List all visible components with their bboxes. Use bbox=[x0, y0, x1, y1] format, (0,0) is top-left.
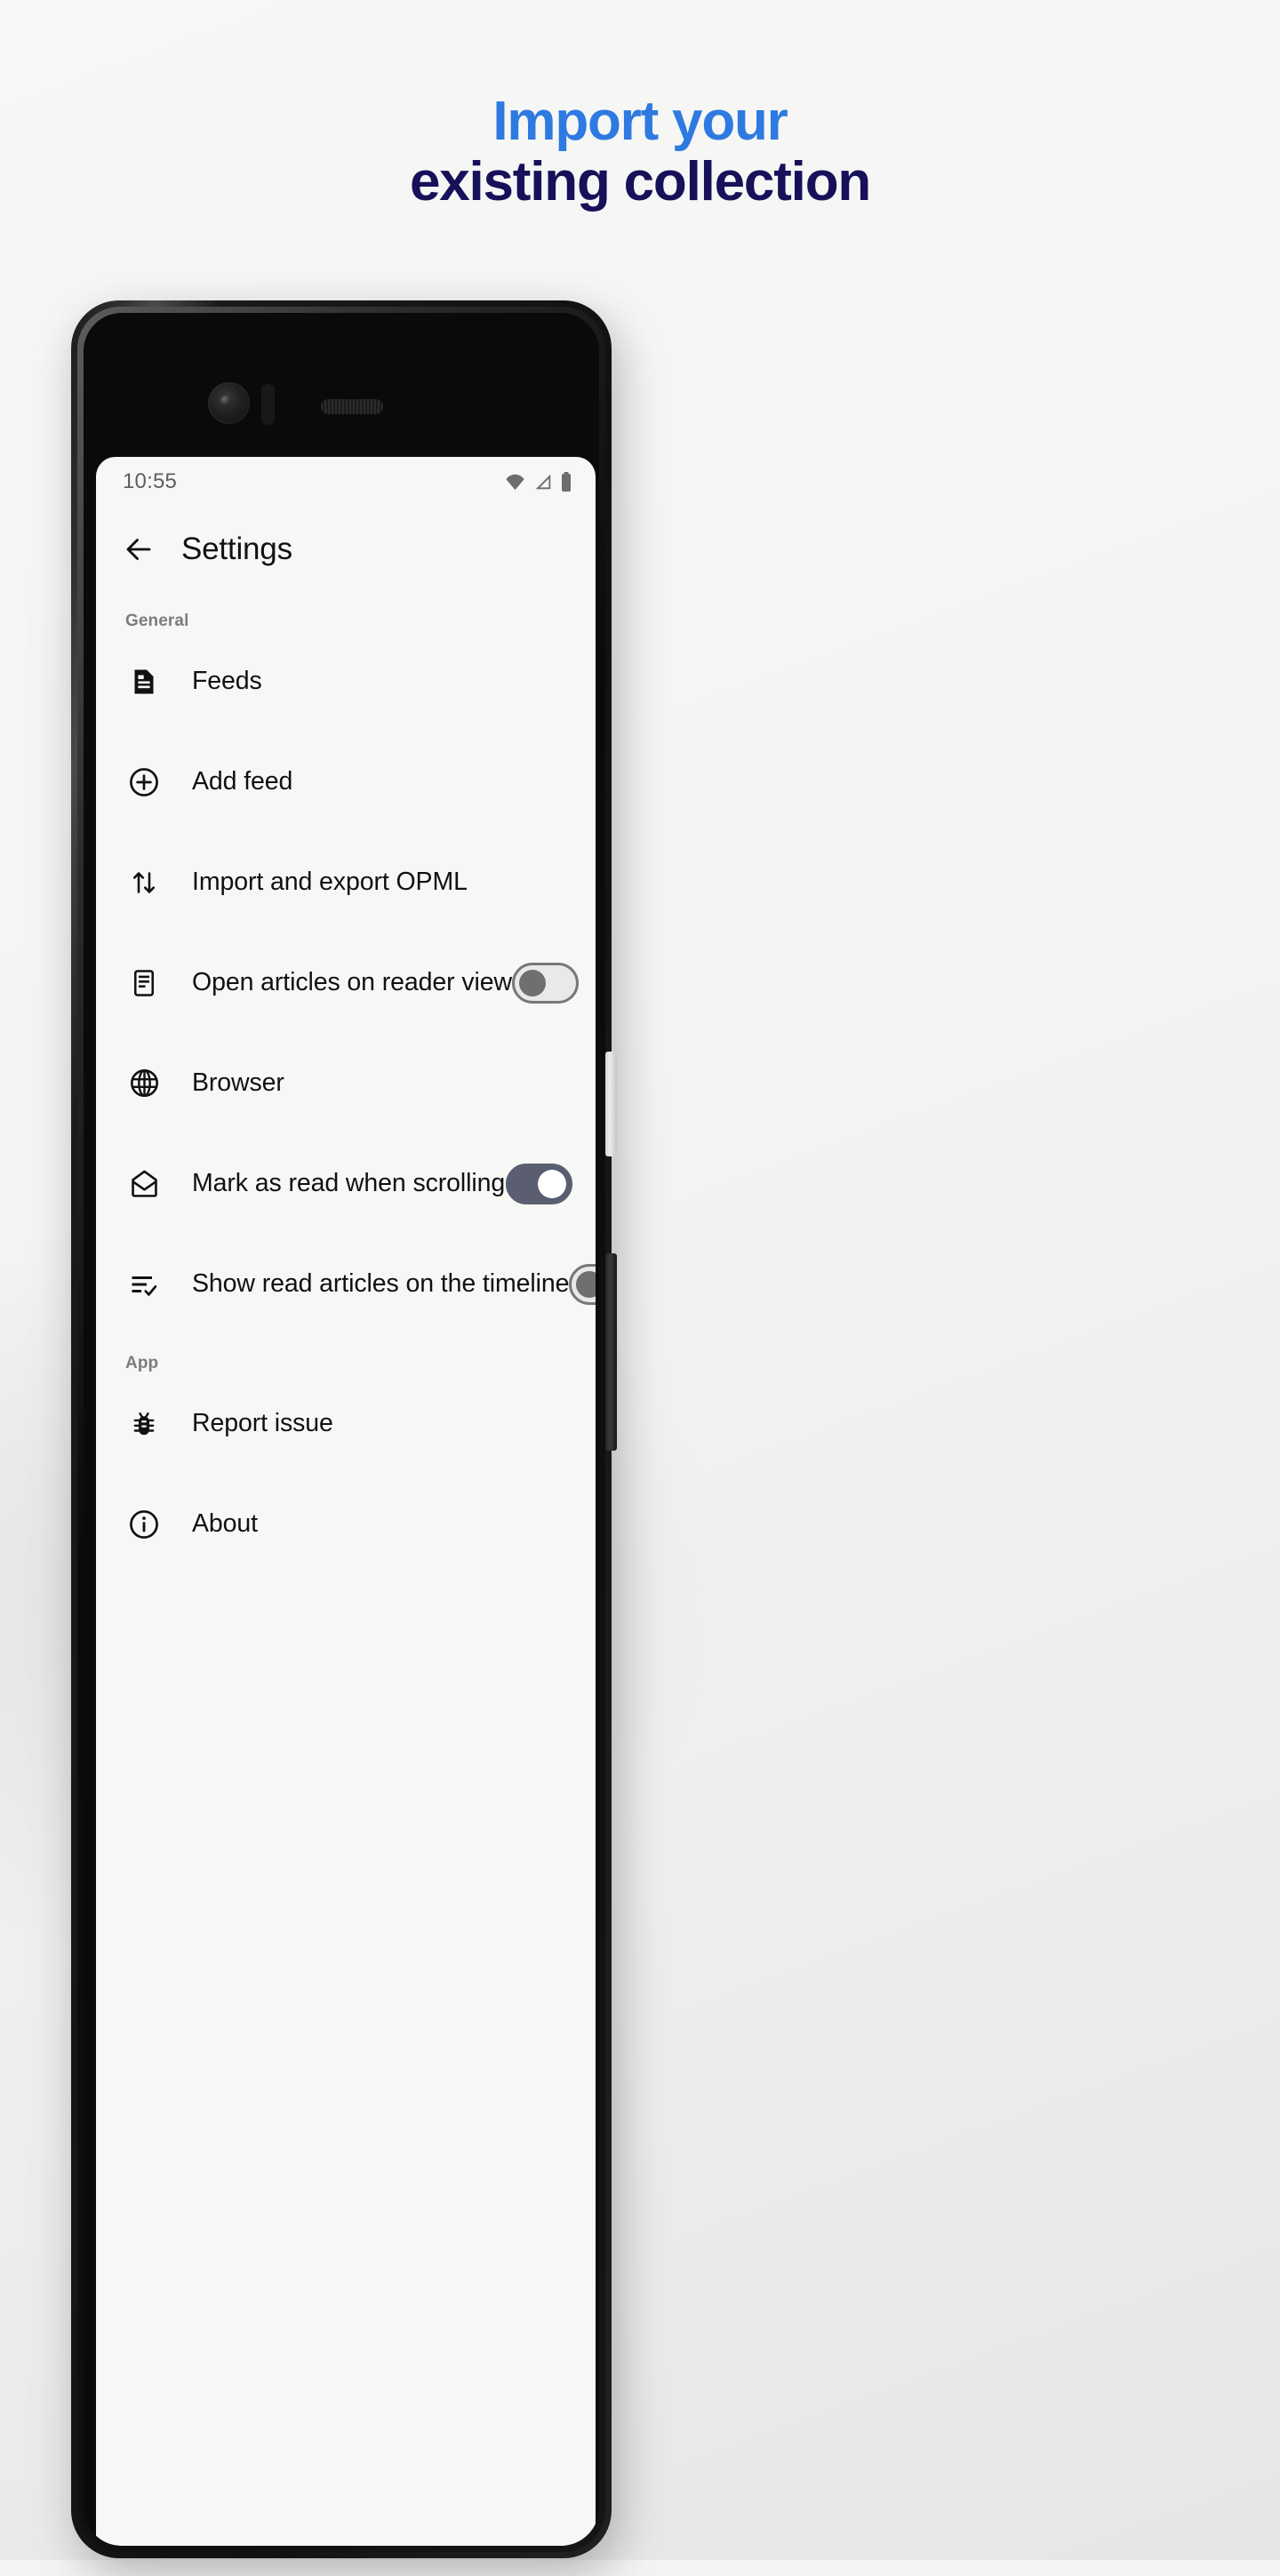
mail-open-icon bbox=[125, 1165, 163, 1203]
toggle-knob bbox=[518, 969, 546, 996]
settings-row-label: Feeds bbox=[192, 667, 262, 695]
globe-icon bbox=[125, 1065, 163, 1102]
settings-row-label: Show read articles on the timeline bbox=[192, 1269, 570, 1298]
page-title: Settings bbox=[181, 532, 292, 566]
reader-view-toggle[interactable] bbox=[511, 962, 579, 1004]
settings-row-report-issue[interactable]: Report issue bbox=[96, 1373, 596, 1474]
feeds-article-icon bbox=[125, 663, 163, 700]
phone-mockup: 10:55 Settings General Feeds Add feed Im… bbox=[71, 300, 627, 2576]
settings-row-show-read-articles[interactable]: Show read articles on the timeline bbox=[96, 1234, 596, 1334]
app-bar: Settings bbox=[96, 507, 596, 592]
status-bar: 10:55 bbox=[96, 457, 596, 507]
settings-row-reader-view[interactable]: Open articles on reader view bbox=[96, 932, 596, 1033]
settings-row-about[interactable]: About bbox=[96, 1474, 596, 1574]
section-header-general: General bbox=[125, 612, 189, 630]
settings-row-label: Import and export OPML bbox=[192, 868, 468, 896]
promo-headline: Import your existing collection bbox=[0, 91, 1280, 213]
settings-row-label: About bbox=[192, 1509, 258, 1538]
settings-row-browser[interactable]: Browser bbox=[96, 1033, 596, 1133]
settings-row-add-feed[interactable]: Add feed bbox=[96, 732, 596, 832]
battery-icon bbox=[560, 471, 572, 492]
plus-circle-icon bbox=[125, 764, 163, 801]
camera-lens-icon bbox=[220, 396, 231, 406]
earpiece-speaker-icon bbox=[321, 399, 383, 414]
phone-screen: 10:55 Settings General Feeds Add feed Im… bbox=[84, 313, 599, 2546]
toggle-knob bbox=[538, 1169, 566, 1198]
back-arrow-icon[interactable] bbox=[123, 533, 155, 565]
toggle-knob bbox=[576, 1270, 596, 1298]
status-icons bbox=[504, 471, 572, 492]
settings-row-mark-as-read[interactable]: Mark as read when scrolling bbox=[96, 1133, 596, 1234]
reader-view-icon bbox=[125, 964, 163, 1002]
list-check-icon bbox=[125, 1266, 163, 1303]
settings-row-label: Report issue bbox=[192, 1409, 333, 1437]
front-camera-icon bbox=[208, 382, 250, 424]
show-read-articles-toggle[interactable] bbox=[569, 1263, 596, 1305]
cellular-signal-icon bbox=[532, 472, 554, 492]
headline-line-2: existing collection bbox=[409, 151, 871, 213]
settings-row-label: Mark as read when scrolling bbox=[192, 1169, 506, 1197]
import-export-icon bbox=[125, 864, 163, 901]
wifi-icon bbox=[504, 472, 526, 492]
section-header-app: App bbox=[125, 1354, 159, 1372]
volume-rocker[interactable] bbox=[605, 1253, 617, 1451]
bug-icon bbox=[125, 1405, 163, 1443]
mark-as-read-toggle[interactable] bbox=[506, 1163, 572, 1204]
power-button[interactable] bbox=[605, 1052, 617, 1156]
phone-body: 10:55 Settings General Feeds Add feed Im… bbox=[71, 300, 612, 2558]
settings-row-feeds[interactable]: Feeds bbox=[96, 631, 596, 732]
headline-line-1: Import your bbox=[492, 91, 788, 152]
settings-row-label: Add feed bbox=[192, 767, 293, 796]
settings-row-label: Open articles on reader view bbox=[192, 968, 512, 996]
settings-row-import-export-opml[interactable]: Import and export OPML bbox=[96, 832, 596, 932]
proximity-sensor-icon bbox=[261, 384, 275, 425]
info-circle-icon bbox=[125, 1506, 163, 1543]
settings-row-label: Browser bbox=[192, 1068, 284, 1097]
status-time: 10:55 bbox=[123, 469, 178, 493]
app-viewport: 10:55 Settings General Feeds Add feed Im… bbox=[96, 457, 596, 2546]
